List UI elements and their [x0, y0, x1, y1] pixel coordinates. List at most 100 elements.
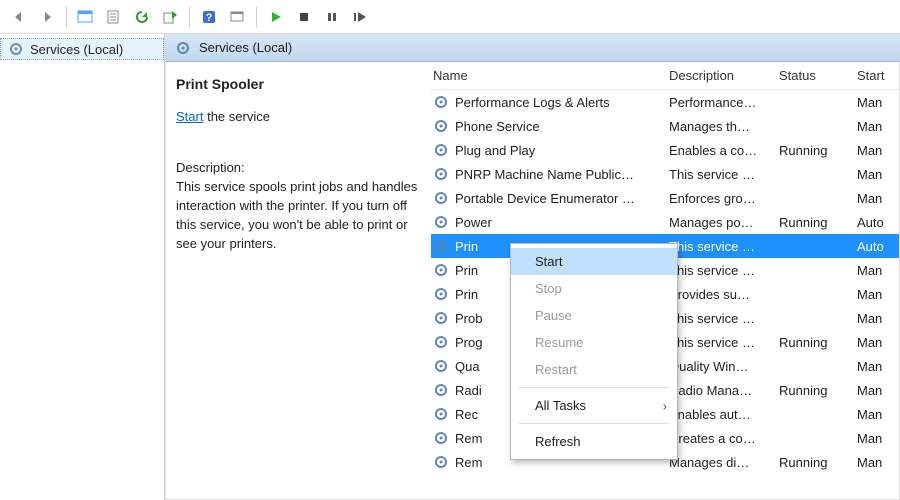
tree-item-services-local[interactable]: Services (Local): [0, 38, 164, 60]
back-button[interactable]: [6, 4, 32, 30]
context-menu-item: Restart: [511, 356, 677, 383]
service-list: Name Description Status Start Performanc…: [431, 62, 899, 499]
column-headers: Name Description Status Start: [431, 62, 899, 90]
cell-startup: Man: [857, 359, 899, 374]
pause-button[interactable]: [319, 4, 345, 30]
service-name-text: Rem: [455, 431, 482, 446]
service-name-text: Portable Device Enumerator …: [455, 191, 635, 206]
context-menu-item[interactable]: All Tasks›: [511, 392, 677, 419]
service-name-text: Radi: [455, 383, 482, 398]
cell-description: Creates a co…: [669, 431, 779, 446]
cell-description: Radio Mana…: [669, 383, 779, 398]
col-name[interactable]: Name: [431, 68, 669, 83]
table-row[interactable]: Plug and Play Enables a co…RunningMan: [431, 138, 899, 162]
service-name-text: Plug and Play: [455, 143, 535, 158]
cell-startup: Auto: [857, 239, 899, 254]
cell-startup: Man: [857, 119, 899, 134]
pane-title: Services (Local): [199, 40, 292, 55]
service-name: Print Spooler: [176, 74, 421, 94]
cell-startup: Man: [857, 455, 899, 470]
cell-startup: Man: [857, 311, 899, 326]
cell-name: Plug and Play: [431, 142, 669, 158]
pane-header: Services (Local): [165, 34, 900, 62]
cell-description: Performance…: [669, 95, 779, 110]
table-row[interactable]: PNRP Machine Name Public…This service …M…: [431, 162, 899, 186]
service-name-text: Performance Logs & Alerts: [455, 95, 610, 110]
context-menu-item[interactable]: Refresh: [511, 428, 677, 455]
export-button[interactable]: [157, 4, 183, 30]
cell-startup: Man: [857, 143, 899, 158]
svg-text:?: ?: [206, 12, 213, 24]
start-service-link[interactable]: Start: [176, 109, 203, 124]
service-name-text: Prin: [455, 239, 478, 254]
cell-startup: Man: [857, 191, 899, 206]
toolbar-separator: [66, 6, 67, 28]
cell-startup: Man: [857, 95, 899, 110]
cell-startup: Auto: [857, 215, 899, 230]
cell-status: Running: [779, 335, 857, 350]
nav-tree: Services (Local): [0, 34, 165, 500]
cell-startup: Man: [857, 263, 899, 278]
window-props-button[interactable]: [73, 4, 99, 30]
cell-startup: Man: [857, 407, 899, 422]
cell-description: This service …: [669, 311, 779, 326]
cell-name: PNRP Machine Name Public…: [431, 166, 669, 182]
service-name-text: PNRP Machine Name Public…: [455, 167, 634, 182]
service-name-text: Phone Service: [455, 119, 540, 134]
cell-startup: Man: [857, 431, 899, 446]
cell-description: Manages di…: [669, 455, 779, 470]
cell-description: This service …: [669, 263, 779, 278]
cell-startup: Man: [857, 335, 899, 350]
service-detail: Print Spooler Start the service Descript…: [166, 62, 431, 499]
properties-button[interactable]: [101, 4, 127, 30]
col-startup[interactable]: Start: [857, 68, 899, 83]
toolbar-separator: [256, 6, 257, 28]
service-name-text: Prob: [455, 311, 482, 326]
play-button[interactable]: [263, 4, 289, 30]
cell-status: Running: [779, 215, 857, 230]
context-menu-separator: [519, 423, 669, 424]
cell-name: Phone Service: [431, 118, 669, 134]
context-menu-item: Pause: [511, 302, 677, 329]
service-name-text: Prin: [455, 287, 478, 302]
context-menu-item[interactable]: Start: [511, 248, 677, 275]
context-menu-item: Stop: [511, 275, 677, 302]
toolbar-separator: [189, 6, 190, 28]
cell-description: This service …: [669, 239, 779, 254]
context-menu-separator: [519, 387, 669, 388]
toolbar: ?: [0, 0, 900, 34]
cell-description: Enforces gro…: [669, 191, 779, 206]
col-status[interactable]: Status: [779, 68, 857, 83]
service-name-text: Prin: [455, 263, 478, 278]
table-row[interactable]: Phone ServiceManages th…Man: [431, 114, 899, 138]
table-row[interactable]: Performance Logs & Alerts Performance… Man: [431, 90, 899, 114]
service-name-text: Prog: [455, 335, 482, 350]
table-row[interactable]: PowerManages po…RunningAuto: [431, 210, 899, 234]
console-button[interactable]: [224, 4, 250, 30]
cell-startup: Man: [857, 383, 899, 398]
cell-description: Enables aut…: [669, 407, 779, 422]
refresh-button[interactable]: [129, 4, 155, 30]
start-service-line: Start the service: [176, 108, 421, 127]
context-menu: StartStopPauseResumeRestart All Tasks› Ref…: [510, 243, 678, 460]
cell-description: This service …: [669, 167, 779, 182]
service-name-text: Qua: [455, 359, 480, 374]
service-name-text: Rem: [455, 455, 482, 470]
step-button[interactable]: [347, 4, 373, 30]
context-menu-item: Resume: [511, 329, 677, 356]
table-row[interactable]: Portable Device Enumerator … Enforces gro…: [431, 186, 899, 210]
cell-description: Enables a co…: [669, 143, 779, 158]
description-label: Description:: [176, 159, 421, 178]
cell-startup: Man: [857, 287, 899, 302]
main-pane: Services (Local) Print Spooler Start the…: [165, 34, 900, 500]
cell-name: Performance Logs & Alerts: [431, 94, 669, 110]
stop-button[interactable]: [291, 4, 317, 30]
description-text: This service spools print jobs and handl…: [176, 178, 421, 253]
cell-description: Quality Win…: [669, 359, 779, 374]
cell-status: Running: [779, 143, 857, 158]
forward-button[interactable]: [34, 4, 60, 30]
col-description[interactable]: Description: [669, 68, 779, 83]
help-button[interactable]: ?: [196, 4, 222, 30]
tree-item-label: Services (Local): [30, 42, 123, 57]
start-service-tail: the service: [203, 109, 269, 124]
